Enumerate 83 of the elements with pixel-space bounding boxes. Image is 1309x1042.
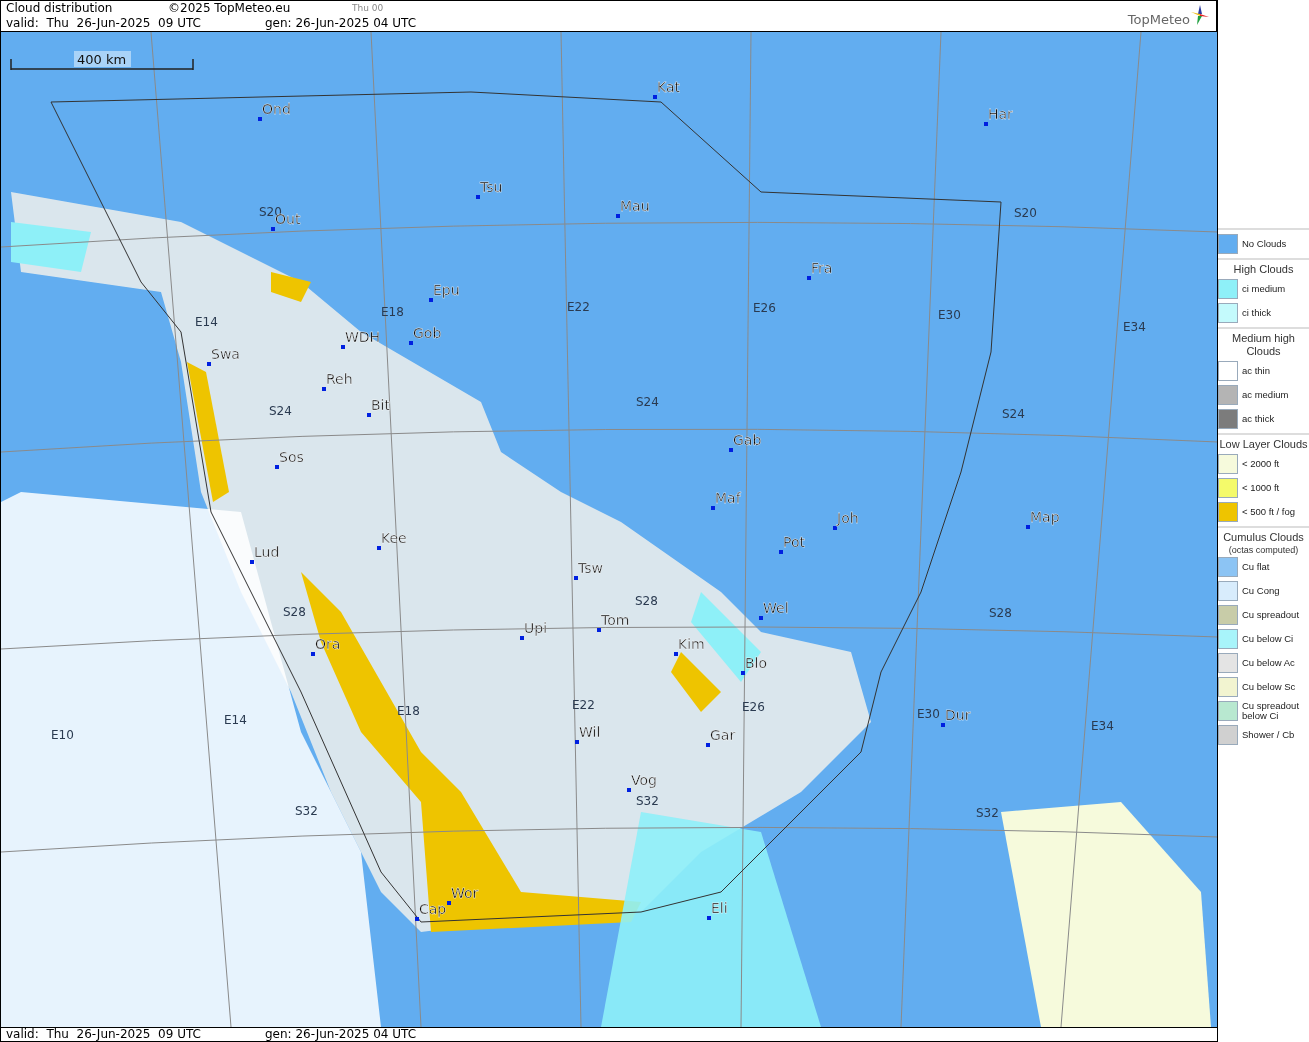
valid-time: valid: Thu 26-Jun-2025 09 UTC — [6, 16, 201, 31]
city-label: Sos — [279, 449, 304, 465]
city-label: Ond — [262, 101, 291, 117]
city-label: Pot — [783, 534, 805, 550]
city-label: Bit — [371, 397, 390, 413]
grid-label: E10 — [51, 728, 74, 742]
city-label: Dur — [945, 707, 971, 723]
legend-label: Shower / Cb — [1242, 730, 1295, 740]
copyright-text: ©2025 TopMeteo.eu — [168, 1, 292, 16]
city-label: Kat — [657, 79, 680, 95]
grid-label: E18 — [381, 305, 404, 319]
grid-label: S28 — [283, 605, 306, 619]
legend-heading: Cumulus Clouds — [1222, 530, 1305, 545]
grid-label: E30 — [917, 707, 940, 721]
city-label: Mau — [620, 198, 650, 214]
city-label: Lud — [254, 544, 280, 560]
legend-label: Cu below Ci — [1242, 634, 1294, 644]
legend-label: Cu Cong — [1242, 586, 1280, 596]
legend-label: ac medium — [1242, 390, 1289, 400]
legend-label: < 500 ft / fog — [1242, 507, 1296, 517]
legend-label: Cu spreadout below Ci — [1242, 701, 1301, 721]
generated-time: gen: 26-Jun-2025 04 UTC — [265, 16, 417, 31]
legend-heading: High Clouds — [1232, 262, 1295, 277]
city-label: Fra — [811, 260, 833, 276]
legend-label: Cu below Sc — [1242, 682, 1296, 692]
city-label: Vog — [631, 772, 657, 788]
legend-label: Cu flat — [1242, 562, 1270, 572]
grid-label: E22 — [572, 698, 595, 712]
scale-label: 400 km — [77, 52, 127, 67]
city-label: Joh — [837, 510, 859, 526]
grid-label: S24 — [636, 395, 659, 409]
legend-label: ac thin — [1242, 366, 1270, 376]
logo-text: TopMeteo — [1127, 12, 1190, 27]
grid-label: E14 — [224, 713, 247, 727]
city-label: Har — [988, 106, 1013, 122]
city-label: Epu — [433, 282, 460, 298]
city-label: Blo — [745, 655, 768, 671]
grid-label: S20 — [1014, 206, 1037, 220]
legend-label: No Clouds — [1242, 239, 1287, 249]
city-label: Map — [1030, 509, 1060, 525]
grid-label: E34 — [1123, 320, 1146, 334]
legend-label: < 1000 ft — [1242, 483, 1280, 493]
grid-label: E18 — [397, 704, 420, 718]
legend-label: Cu below Ac — [1242, 658, 1295, 668]
city-label: Gar — [710, 727, 736, 743]
city-label: Swa — [211, 346, 240, 362]
legend-label: < 2000 ft — [1242, 459, 1280, 469]
city-label: Maf — [715, 490, 741, 506]
grid-label: S24 — [269, 404, 292, 418]
run-label: Thu 00 — [352, 2, 384, 15]
grid-label: S28 — [989, 606, 1012, 620]
map-title: Cloud distribution — [6, 1, 114, 16]
legend-label: ci thick — [1242, 308, 1272, 318]
city-label: Gob — [413, 325, 442, 341]
grid-label: S24 — [1002, 407, 1025, 421]
legend-heading: Low Layer Clouds — [1218, 437, 1309, 452]
city-label: Kim — [678, 636, 705, 652]
grid-label: S32 — [295, 804, 318, 818]
legend-heading: Medium high Clouds — [1231, 331, 1296, 359]
grid-label: S32 — [636, 794, 659, 808]
legend-label: ci medium — [1242, 284, 1286, 294]
city-label: Wel — [763, 600, 789, 616]
grid-label: S28 — [635, 594, 658, 608]
city-label: Tom — [601, 612, 630, 628]
legend-subheading: (octas computed) — [1227, 545, 1300, 555]
legend-label: Cu spreadout — [1242, 610, 1300, 620]
city-label: Eli — [711, 900, 728, 916]
grid-label: E34 — [1091, 719, 1114, 733]
grid-label: E14 — [195, 315, 218, 329]
grid-label: E26 — [742, 700, 765, 714]
legend-label: ac thick — [1242, 414, 1275, 424]
grid-label: S32 — [976, 806, 999, 820]
city-label: Reh — [326, 371, 353, 387]
city-label: Tsw — [578, 560, 603, 576]
grid-label: E22 — [567, 300, 590, 314]
grid-label: E30 — [938, 308, 961, 322]
city-label: Wil — [579, 724, 601, 740]
city-label: Gab — [733, 432, 762, 448]
valid-time: valid: Thu 26-Jun-2025 09 UTC — [6, 1028, 201, 1041]
city-label: Tsu — [480, 179, 503, 195]
city-label: Wor — [451, 885, 479, 901]
generated-time: gen: 26-Jun-2025 04 UTC — [265, 1028, 417, 1041]
grid-label: E26 — [753, 301, 776, 315]
